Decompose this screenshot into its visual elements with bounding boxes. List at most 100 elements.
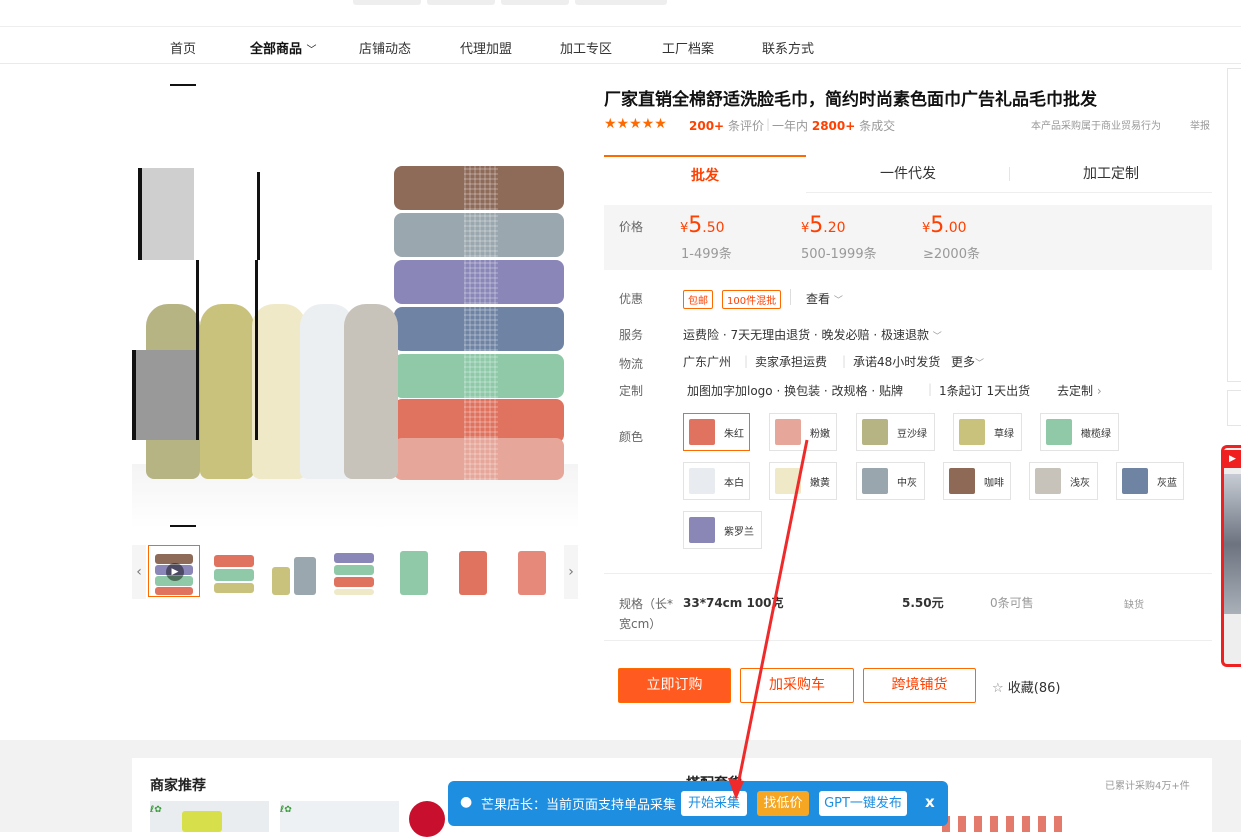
color-name: 紫罗兰	[724, 527, 754, 538]
close-icon[interactable]: x	[925, 793, 935, 811]
color-thumbnail	[1035, 468, 1061, 494]
top-strip	[0, 0, 1241, 27]
color-name: 中灰	[897, 478, 917, 489]
sku-row: 规格（长* 宽cm） 33*74cm 100克 5.50元 0条可售 缺货	[604, 573, 1212, 641]
nav-processing[interactable]: 加工专区	[560, 38, 612, 57]
color-option[interactable]: 灰蓝	[1116, 462, 1184, 500]
color-option[interactable]: 豆沙绿	[856, 413, 935, 451]
promo-more-link[interactable]: 查看 ﹀	[806, 290, 843, 307]
logistics-freight: 卖家承担运费	[755, 355, 828, 369]
color-option[interactable]: 草绿	[953, 413, 1022, 451]
purchase-tabs: 批发 一件代发 加工定制	[604, 155, 1212, 193]
thumbnail[interactable]	[268, 545, 320, 597]
recommend-title: 商家推荐	[150, 778, 206, 794]
side-toolbar-item[interactable]	[1227, 390, 1241, 426]
service-label: 服务	[619, 328, 644, 342]
color-option[interactable]: 中灰	[856, 462, 925, 500]
recommend-item[interactable]: ℓ✿	[150, 801, 269, 832]
plugin-bar: ● 芒果店长：当前页面支持单品采集 开始采集 找低价 GPT一键发布 x	[448, 781, 948, 826]
color-thumbnail	[775, 419, 801, 445]
price-label: 价格	[619, 220, 644, 234]
chevron-down-icon: ﹀	[932, 332, 942, 342]
color-name: 咖啡	[984, 478, 1004, 489]
color-option[interactable]: 粉嫩	[769, 413, 837, 451]
logistics-label: 物流	[619, 357, 644, 371]
color-label: 颜色	[619, 430, 644, 444]
chevron-left-icon: ‹	[136, 564, 142, 580]
custom-moq: 1条起订 1天出货	[939, 384, 1031, 398]
gpt-publish-button[interactable]: GPT一键发布	[819, 791, 907, 816]
color-option[interactable]: 嫩黄	[769, 462, 837, 500]
color-name: 灰蓝	[1157, 478, 1177, 489]
thumbnail[interactable]	[208, 545, 260, 597]
color-option[interactable]: 紫罗兰	[683, 511, 762, 549]
star-rating-icon: ★★★★★	[604, 116, 667, 132]
thumbnail[interactable]	[388, 545, 440, 597]
recommend-item[interactable]	[409, 801, 445, 837]
nav-agency[interactable]: 代理加盟	[460, 38, 512, 57]
nav-home[interactable]: 首页	[170, 38, 196, 57]
chevron-down-icon: ﹀	[975, 359, 985, 369]
color-option[interactable]: 本白	[683, 462, 750, 500]
color-name: 朱红	[724, 429, 744, 440]
tag-mixed-batch: 100件混批	[722, 290, 782, 309]
side-toolbar[interactable]	[1227, 68, 1241, 382]
color-thumbnail	[1122, 468, 1148, 494]
report-link[interactable]: 举报	[1190, 117, 1210, 132]
favorite-button[interactable]: ☆ 收藏(86)	[992, 677, 1060, 696]
nav-contact[interactable]: 联系方式	[762, 38, 814, 57]
top-tab[interactable]	[575, 0, 667, 5]
find-cheap-button[interactable]: 找低价	[757, 791, 809, 816]
logistics-more[interactable]: 更多﹀	[951, 353, 984, 370]
price-range-2: 500-1999条	[801, 247, 877, 262]
tab-custom[interactable]: 加工定制	[1010, 155, 1212, 193]
color-option[interactable]: 浅灰	[1029, 462, 1098, 500]
star-outline-icon: ☆	[992, 681, 1004, 696]
price-tier-2: ¥5.20	[801, 213, 846, 238]
side-video-widget[interactable]: ▶	[1221, 445, 1241, 667]
thumbnail[interactable]	[447, 545, 499, 597]
color-thumbnail	[775, 468, 801, 494]
nav-shop-news[interactable]: 店铺动态	[359, 38, 411, 57]
thumbnail[interactable]	[328, 545, 380, 597]
top-tab[interactable]	[353, 0, 421, 5]
plugin-brand: 芒果店长：当前页面支持单品采集	[481, 798, 677, 813]
thumbnail-strip: ‹ ▶ ›	[132, 545, 578, 599]
nav-factory[interactable]: 工厂档案	[662, 38, 714, 57]
color-thumbnail	[959, 419, 985, 445]
buy-now-button[interactable]: 立即订购	[618, 668, 731, 703]
product-main-image[interactable]	[132, 84, 578, 529]
color-option[interactable]: 朱红	[683, 413, 750, 451]
service-text[interactable]: 运费险 · 7天无理由退货 · 晚发必赔 · 极速退款 ﹀	[683, 326, 942, 343]
crossborder-button[interactable]: 跨境铺货	[863, 668, 976, 703]
sku-label: 规格（长*	[619, 597, 674, 611]
color-name: 本白	[724, 478, 744, 489]
custom-link[interactable]: 去定制 ›	[1057, 382, 1102, 399]
top-tab[interactable]	[501, 0, 569, 5]
nav-all-products[interactable]: 全部商品 ﹀	[250, 38, 317, 57]
chevron-down-icon: ﹀	[833, 296, 843, 306]
color-thumbnail	[949, 468, 975, 494]
sku-label-line2: 宽cm）	[619, 617, 662, 631]
start-collect-button[interactable]: 开始采集	[681, 791, 747, 816]
color-name: 粉嫩	[810, 429, 830, 440]
recommend-item[interactable]: ℓ✿	[280, 801, 399, 832]
play-icon: ▶	[166, 563, 184, 581]
price-tier-1: ¥5.50	[680, 213, 725, 238]
color-option[interactable]: 咖啡	[943, 462, 1011, 500]
sold-info: 一年内 2800+ 条成交	[772, 119, 896, 133]
thumbnail[interactable]: ▶	[148, 545, 200, 597]
top-tab[interactable]	[427, 0, 495, 5]
reviews-link[interactable]: 200+ 条评价	[689, 117, 764, 134]
add-to-cart-button[interactable]: 加采购车	[740, 668, 854, 703]
recommend-item[interactable]	[942, 816, 1062, 832]
price-range-3: ≥2000条	[923, 247, 980, 262]
thumbnail[interactable]	[506, 545, 558, 597]
thumb-prev-button[interactable]: ‹	[132, 545, 146, 599]
color-option[interactable]: 橄榄绿	[1040, 413, 1119, 451]
color-thumbnail	[862, 419, 888, 445]
thumb-next-button[interactable]: ›	[564, 545, 578, 599]
tab-wholesale[interactable]: 批发	[604, 155, 806, 193]
tab-dropship[interactable]: 一件代发	[807, 155, 1009, 193]
chevron-right-icon: ›	[568, 564, 574, 580]
